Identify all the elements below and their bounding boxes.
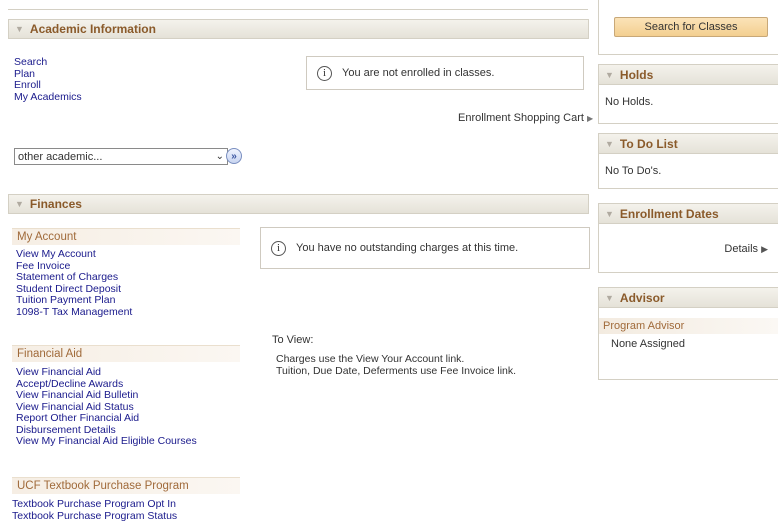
select-value: other academic... bbox=[18, 150, 103, 163]
advisor-title: Advisor bbox=[619, 290, 665, 305]
enrollment-dates-header[interactable]: ▼ Enrollment Dates bbox=[599, 204, 778, 224]
program-advisor-label: Program Advisor bbox=[599, 318, 778, 334]
search-classes-box: Search for Classes bbox=[598, 0, 778, 55]
holds-header[interactable]: ▼ Holds bbox=[599, 65, 778, 85]
advisor-box: ▼ Advisor Program Advisor None Assigned bbox=[598, 287, 778, 380]
chevron-down-icon: ⌄ bbox=[215, 151, 224, 162]
go-button[interactable]: » bbox=[226, 148, 242, 164]
top-divider bbox=[8, 9, 588, 10]
my-account-links: View My Account Fee Invoice Statement of… bbox=[16, 248, 132, 319]
details-link-text: Details bbox=[724, 243, 759, 255]
textbook-links: Textbook Purchase Program Opt In Textboo… bbox=[12, 498, 177, 523]
link-view-financial-aid[interactable]: View Financial Aid bbox=[16, 366, 197, 379]
holds-title: Holds bbox=[619, 67, 654, 82]
other-academic-select[interactable]: other academic... ⌄ bbox=[14, 148, 228, 165]
info-icon: i bbox=[271, 240, 286, 256]
not-enrolled-message-box: i You are not enrolled in classes. bbox=[306, 56, 584, 90]
link-view-my-account[interactable]: View My Account bbox=[16, 248, 132, 261]
enrollment-dates-box: ▼ Enrollment Dates Details ▶ bbox=[598, 203, 778, 273]
holds-body: No Holds. bbox=[605, 96, 654, 108]
academic-info-header[interactable]: ▼ Academic Information bbox=[8, 19, 589, 39]
to-view-instructions: Charges use the View Your Account link. … bbox=[276, 353, 517, 377]
todo-box: ▼ To Do List No To Do's. bbox=[598, 133, 778, 189]
link-statement-of-charges[interactable]: Statement of Charges bbox=[16, 271, 132, 284]
collapse-triangle-icon: ▼ bbox=[605, 208, 614, 219]
advisor-value: None Assigned bbox=[611, 338, 685, 350]
link-1098t-tax[interactable]: 1098-T Tax Management bbox=[16, 306, 132, 319]
link-tuition-payment-plan[interactable]: Tuition Payment Plan bbox=[16, 294, 132, 307]
textbook-program-header: UCF Textbook Purchase Program bbox=[12, 477, 240, 494]
collapse-triangle-icon: ▼ bbox=[605, 69, 614, 80]
to-view-line: Charges use the View Your Account link. bbox=[276, 353, 465, 365]
financial-aid-links: View Financial Aid Accept/Decline Awards… bbox=[16, 366, 197, 448]
link-textbook-opt-in[interactable]: Textbook Purchase Program Opt In bbox=[12, 498, 177, 511]
details-link[interactable]: Details ▶ bbox=[724, 243, 768, 255]
enrollment-shopping-cart-link[interactable]: Enrollment Shopping Cart ▶ bbox=[458, 112, 593, 124]
finances-title: Finances bbox=[29, 197, 82, 211]
todo-title: To Do List bbox=[619, 136, 678, 151]
not-enrolled-text: You are not enrolled in classes. bbox=[342, 67, 495, 79]
collapse-triangle-icon: ▼ bbox=[605, 138, 614, 149]
collapse-triangle-icon: ▼ bbox=[605, 292, 614, 303]
to-view-line: Tuition, Due Date, Deferments use Fee In… bbox=[276, 364, 517, 377]
link-textbook-status[interactable]: Textbook Purchase Program Status bbox=[12, 510, 177, 523]
arrow-right-icon: ▶ bbox=[587, 114, 594, 123]
link-financial-aid-bulletin[interactable]: View Financial Aid Bulletin bbox=[16, 389, 197, 402]
search-for-classes-button[interactable]: Search for Classes bbox=[614, 17, 768, 37]
no-charges-text: You have no outstanding charges at this … bbox=[296, 242, 519, 254]
no-charges-message-box: i You have no outstanding charges at thi… bbox=[260, 227, 590, 269]
arrow-right-icon: ▶ bbox=[761, 244, 768, 254]
collapse-triangle-icon: ▼ bbox=[15, 24, 24, 34]
link-my-academics[interactable]: My Academics bbox=[14, 91, 82, 104]
todo-header[interactable]: ▼ To Do List bbox=[599, 134, 778, 154]
info-icon: i bbox=[317, 65, 332, 81]
link-eligible-courses[interactable]: View My Financial Aid Eligible Courses bbox=[16, 435, 197, 448]
link-search[interactable]: Search bbox=[14, 56, 82, 69]
finances-header[interactable]: ▼ Finances bbox=[8, 194, 589, 214]
financial-aid-header: Financial Aid bbox=[12, 345, 240, 362]
academic-info-title: Academic Information bbox=[29, 22, 156, 36]
my-account-header: My Account bbox=[12, 228, 240, 245]
cart-link-text: Enrollment Shopping Cart bbox=[458, 112, 584, 124]
academic-links: Search Plan Enroll My Academics bbox=[14, 56, 82, 104]
todo-body: No To Do's. bbox=[605, 165, 662, 177]
enrollment-dates-title: Enrollment Dates bbox=[619, 206, 719, 221]
holds-box: ▼ Holds No Holds. bbox=[598, 64, 778, 124]
advisor-header[interactable]: ▼ Advisor bbox=[599, 288, 778, 308]
collapse-triangle-icon: ▼ bbox=[15, 199, 24, 209]
link-enroll[interactable]: Enroll bbox=[14, 79, 82, 92]
double-chevron-icon: » bbox=[231, 150, 237, 162]
to-view-label: To View: bbox=[272, 334, 314, 346]
link-report-other-aid[interactable]: Report Other Financial Aid bbox=[16, 412, 197, 425]
